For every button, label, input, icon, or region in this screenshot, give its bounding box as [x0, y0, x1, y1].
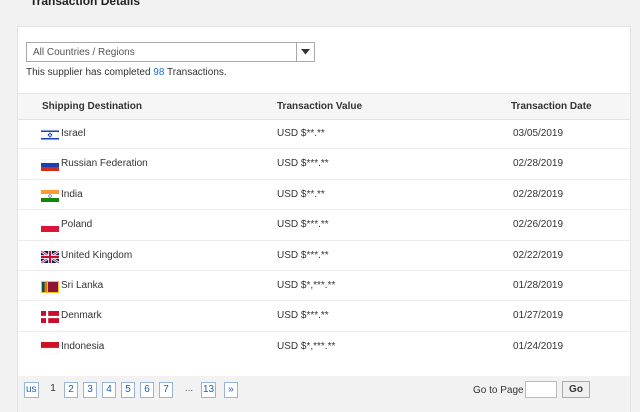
- select-value: All Countries / Regions: [33, 47, 135, 58]
- destination-cell: Russian Federation: [61, 158, 148, 170]
- table-row: India USD $**.** 02/28/2019: [18, 180, 630, 211]
- israel-flag-icon: [41, 129, 59, 141]
- sri-lanka-flag-icon: [41, 280, 59, 293]
- table-row: Sri Lanka USD $*,***.** 01/28/2019: [18, 271, 630, 302]
- dropdown-arrow-icon[interactable]: [296, 43, 314, 61]
- go-button[interactable]: Go: [562, 381, 590, 398]
- goto-page-label: Go to Page: [473, 385, 524, 396]
- column-transaction-date: Transaction Date: [511, 101, 592, 112]
- destination-cell: Indonesia: [61, 340, 105, 352]
- destination-cell: Poland: [61, 219, 93, 231]
- transaction-panel: All Countries / Regions This supplier ha…: [17, 26, 631, 412]
- page-6[interactable]: 6: [140, 382, 154, 398]
- indonesia-flag-icon: [41, 341, 59, 354]
- denmark-flag-icon: [41, 311, 59, 324]
- date-cell: 03/05/2019: [513, 128, 564, 139]
- russia-flag-icon: [41, 159, 59, 172]
- table-row: Israel USD $**.** 03/05/2019: [18, 119, 630, 150]
- destination-cell: Sri Lanka: [61, 279, 104, 291]
- date-cell: 02/28/2019: [513, 158, 564, 170]
- table-row: Poland USD $***.** 02/26/2019: [18, 210, 630, 241]
- value-cell: USD $**.**: [277, 128, 325, 139]
- prev-page-button[interactable]: us: [24, 382, 39, 398]
- destination-cell: United Kingdom: [61, 249, 133, 261]
- value-cell: USD $***.**: [277, 310, 329, 322]
- table-row: Denmark USD $***.** 01/27/2019: [18, 301, 630, 332]
- value-cell: USD $**.**: [277, 188, 325, 200]
- table-row: Russian Federation USD $***.** 02/28/2019: [18, 149, 630, 180]
- date-cell: 01/27/2019: [513, 310, 564, 322]
- transaction-table-body: Israel USD $**.** 03/05/2019 Russian Federa…: [18, 119, 630, 362]
- page-3[interactable]: 3: [83, 382, 97, 398]
- value-cell: USD $***.**: [277, 219, 329, 231]
- date-cell: 02/28/2019: [513, 188, 564, 200]
- table-row: Indonesia USD $*,***.** 01/24/2019: [18, 332, 630, 362]
- uk-flag-icon: [41, 250, 59, 263]
- date-cell: 01/24/2019: [513, 340, 564, 352]
- page-1: 1: [50, 383, 56, 394]
- page-4[interactable]: 4: [102, 382, 116, 398]
- destination-cell: Denmark: [61, 310, 102, 322]
- table-row: United Kingdom USD $***.** 02/22/2019: [18, 241, 630, 271]
- column-shipping-destination: Shipping Destination: [42, 101, 142, 112]
- table-header: Shipping Destination Transaction Value T…: [18, 93, 630, 120]
- page-title: Transaction Details: [30, 0, 141, 8]
- india-flag-icon: [41, 189, 59, 202]
- page-5[interactable]: 5: [121, 382, 135, 398]
- destination-cell: India: [61, 188, 83, 200]
- value-cell: USD $***.**: [277, 158, 329, 170]
- page-2[interactable]: 2: [64, 382, 78, 398]
- transaction-summary: This supplier has completed 98 Transacti…: [26, 67, 227, 78]
- value-cell: USD $*,***.**: [277, 340, 336, 352]
- value-cell: USD $*,***.**: [277, 279, 336, 291]
- next-page-button[interactable]: »: [224, 382, 238, 398]
- pagination: us 1 2 3 4 5 6 7 ... 13 » Go to Page Go: [18, 376, 630, 412]
- goto-page-input[interactable]: [525, 381, 557, 398]
- country-region-select[interactable]: All Countries / Regions: [26, 42, 315, 62]
- date-cell: 02/22/2019: [513, 249, 564, 261]
- column-transaction-value: Transaction Value: [277, 101, 363, 112]
- transaction-count-link[interactable]: 98: [153, 67, 164, 78]
- date-cell: 01/28/2019: [513, 279, 564, 291]
- page-7[interactable]: 7: [159, 382, 173, 398]
- date-cell: 02/26/2019: [513, 219, 564, 231]
- poland-flag-icon: [41, 220, 59, 233]
- value-cell: USD $***.**: [277, 249, 329, 261]
- page-ellipsis: ...: [184, 383, 194, 394]
- destination-cell: Israel: [61, 128, 86, 139]
- page-13[interactable]: 13: [201, 382, 217, 398]
